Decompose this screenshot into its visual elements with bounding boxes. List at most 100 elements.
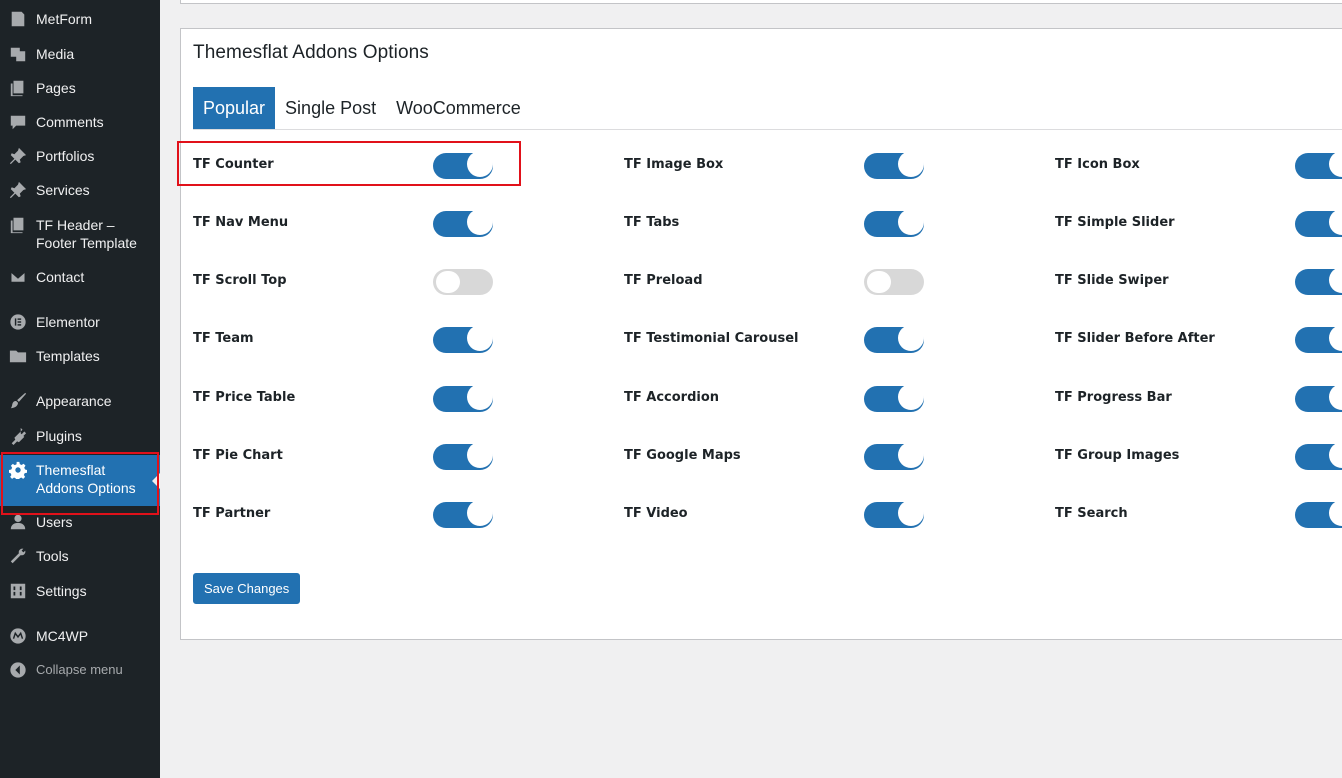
elementor-icon — [8, 313, 28, 331]
sidebar-item-themesflat-addons-options[interactable]: Themesflat Addons Options — [0, 455, 160, 506]
option-label: TF Google Maps — [624, 448, 741, 463]
form-icon — [8, 10, 28, 28]
sidebar-item-label: Templates — [36, 348, 100, 364]
sidebar-item-templates[interactable]: Templates — [0, 347, 160, 365]
sidebar-item-portfolios[interactable]: Portfolios — [0, 147, 160, 165]
sidebar-item-comments[interactable]: Comments — [0, 113, 160, 131]
sidebar-item-label: Media — [36, 46, 75, 62]
toggle-knob — [467, 384, 493, 410]
sidebar-item-label: Services — [36, 182, 90, 198]
tabs-divider — [193, 129, 1342, 130]
sidebar-item-media[interactable]: Media — [0, 45, 160, 63]
sidebar-item-plugins[interactable]: Plugins — [0, 427, 160, 445]
option-label: TF Progress Bar — [1055, 390, 1172, 405]
option-toggle[interactable] — [433, 325, 493, 353]
sidebar-item-appearance[interactable]: Appearance — [0, 392, 160, 410]
wrench-icon — [8, 547, 28, 565]
toggle-knob — [898, 384, 924, 410]
toggle-knob — [1329, 442, 1342, 468]
sidebar-item-users[interactable]: Users — [0, 513, 160, 531]
option-label: TF Simple Slider — [1055, 215, 1175, 230]
toggle-knob — [1329, 267, 1342, 293]
save-changes-button[interactable]: Save Changes — [193, 573, 301, 604]
sidebar-item-metform[interactable]: MetForm — [0, 10, 160, 28]
option-toggle[interactable] — [1295, 267, 1342, 295]
sidebar-item-label: Elementor — [36, 314, 100, 330]
sidebar-item-label: Tools — [36, 548, 69, 564]
option-toggle[interactable] — [433, 442, 493, 470]
admin-sidebar: MetForm Media Pages Comments Portfolios … — [0, 0, 160, 778]
sidebar-item-services[interactable]: Services — [0, 181, 160, 199]
option-label: TF Team — [193, 331, 254, 346]
option-label: TF Slider Before After — [1055, 331, 1215, 346]
sidebar-item-label: Portfolios — [36, 148, 95, 164]
toggle-knob — [1329, 151, 1342, 177]
toggle-knob — [467, 151, 493, 177]
option-toggle[interactable] — [1295, 500, 1342, 528]
option-toggle[interactable] — [864, 325, 924, 353]
toggle-knob — [467, 209, 493, 235]
option-toggle[interactable] — [1295, 325, 1342, 353]
sidebar-item-tools[interactable]: Tools — [0, 547, 160, 565]
option-toggle[interactable] — [864, 269, 924, 295]
user-icon — [8, 513, 28, 531]
sidebar-item-label-line2: Addons Options — [36, 480, 136, 496]
tab-woocommerce[interactable]: WooCommerce — [386, 87, 531, 129]
sidebar-item-elementor[interactable]: Elementor — [0, 313, 160, 331]
pin-icon — [8, 147, 28, 165]
sidebar-item-label: Users — [36, 514, 73, 530]
sidebar-item-label: Plugins — [36, 428, 82, 444]
sidebar-item-label: Collapse menu — [36, 662, 123, 677]
option-label: TF Scroll Top — [193, 273, 287, 288]
option-label: TF Partner — [193, 506, 271, 521]
mc4wp-icon — [8, 627, 28, 645]
pin-icon — [8, 181, 28, 199]
option-label: TF Preload — [624, 273, 703, 288]
sidebar-item-label: Settings — [36, 583, 87, 599]
option-toggle[interactable] — [433, 151, 493, 179]
toggle-knob — [898, 209, 924, 235]
sidebar-item-pages[interactable]: Pages — [0, 79, 160, 97]
option-toggle[interactable] — [433, 384, 493, 412]
mail-icon — [8, 268, 28, 286]
toggle-knob — [898, 500, 924, 526]
sidebar-item-label: Contact — [36, 269, 85, 285]
sidebar-item-label-line2: Footer Template — [36, 235, 137, 251]
option-toggle[interactable] — [433, 209, 493, 237]
option-toggle[interactable] — [864, 384, 924, 412]
option-label: TF Testimonial Carousel — [624, 331, 799, 346]
option-label: TF Slide Swiper — [1055, 273, 1169, 288]
plugin-icon — [8, 427, 28, 445]
option-toggle[interactable] — [864, 442, 924, 470]
toggle-knob — [898, 442, 924, 468]
option-toggle[interactable] — [1295, 442, 1342, 470]
option-label: TF Accordion — [624, 390, 720, 405]
option-toggle[interactable] — [433, 500, 493, 528]
sidebar-item-label: MC4WP — [36, 628, 89, 644]
option-label: TF Tabs — [624, 215, 680, 230]
option-toggle[interactable] — [433, 269, 493, 295]
collapse-icon — [8, 661, 28, 679]
tab-single-post[interactable]: Single Post — [275, 87, 386, 129]
toggle-knob — [467, 500, 493, 526]
sidebar-item-settings[interactable]: Settings — [0, 582, 160, 600]
brush-icon — [8, 392, 28, 410]
option-toggle[interactable] — [864, 209, 924, 237]
options-panel: Themesflat Addons Options Popular Single… — [180, 28, 1342, 640]
sidebar-item-contact[interactable]: Contact — [0, 268, 160, 286]
sidebar-item-mc4wp[interactable]: MC4WP — [0, 627, 160, 645]
sidebar-item-label: Pages — [36, 80, 76, 96]
collapse-menu-button[interactable]: Collapse menu — [0, 661, 160, 679]
option-label: TF Pie Chart — [193, 448, 283, 463]
sidebar-item-tf-header-footer[interactable]: TF Header – Footer Template — [0, 216, 160, 252]
tab-popular[interactable]: Popular — [193, 87, 276, 129]
option-toggle[interactable] — [1295, 151, 1342, 179]
option-toggle[interactable] — [1295, 384, 1342, 412]
toggle-knob — [1329, 325, 1342, 351]
option-label: TF Image Box — [624, 157, 724, 172]
sidebar-item-label: TF Header – — [36, 217, 115, 233]
option-toggle[interactable] — [864, 500, 924, 528]
option-toggle[interactable] — [864, 151, 924, 179]
option-toggle[interactable] — [1295, 209, 1342, 237]
toggle-knob — [898, 325, 924, 351]
